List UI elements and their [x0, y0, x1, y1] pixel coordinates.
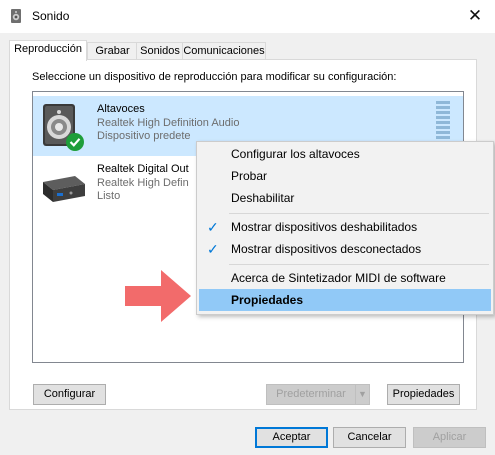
menu-separator — [229, 264, 489, 265]
apply-button[interactable]: Aplicar — [413, 427, 486, 448]
instruction-text: Seleccione un dispositivo de reproducció… — [32, 71, 397, 83]
volume-meter — [436, 101, 450, 143]
title-bar: Sonido ✕ — [0, 0, 495, 33]
menu-item-show-disabled[interactable]: ✓ Mostrar dispositivos deshabilitados — [199, 216, 491, 238]
configure-button[interactable]: Configurar — [33, 384, 106, 405]
menu-item-label: Mostrar dispositivos deshabilitados — [231, 220, 418, 234]
cancel-button[interactable]: Cancelar — [333, 427, 406, 448]
annotation-arrow-icon — [125, 270, 191, 322]
device-status: Listo — [97, 190, 121, 202]
tab-sonidos[interactable]: Sonidos — [136, 42, 184, 60]
device-driver: Realtek High Defin — [97, 177, 189, 189]
close-button[interactable]: ✕ — [461, 4, 489, 28]
menu-item-label: Propiedades — [231, 293, 304, 307]
default-check-icon — [66, 133, 84, 151]
checkmark-icon: ✓ — [207, 241, 219, 257]
menu-item-show-disconnected[interactable]: ✓ Mostrar dispositivos desconectados — [199, 238, 491, 260]
device-name: Altavoces — [97, 103, 145, 115]
close-icon: ✕ — [467, 6, 483, 25]
menu-item-disable[interactable]: Deshabilitar — [199, 187, 491, 209]
menu-separator — [229, 213, 489, 214]
set-default-dropdown[interactable]: ▼ — [355, 384, 370, 405]
tab-grabar[interactable]: Grabar — [87, 42, 138, 60]
menu-item-about-midi[interactable]: Acerca de Sintetizador MIDI de software — [199, 267, 491, 289]
menu-item-properties[interactable]: Propiedades — [199, 289, 491, 311]
ok-button[interactable]: Aceptar — [255, 427, 328, 448]
properties-button[interactable]: Propiedades — [387, 384, 460, 405]
speaker-settings-icon — [11, 9, 21, 23]
menu-item-configure-speakers[interactable]: Configurar los altavoces — [199, 143, 491, 165]
menu-item-label: Configurar los altavoces — [231, 147, 360, 161]
checkmark-icon: ✓ — [207, 219, 219, 235]
set-default-button[interactable]: Predeterminar — [266, 384, 356, 405]
digital-output-icon — [43, 176, 85, 202]
tab-reproduccion[interactable]: Reproducción — [9, 40, 87, 61]
tab-comunicaciones[interactable]: Comunicaciones — [182, 42, 266, 60]
speaker-icon — [43, 104, 84, 151]
menu-item-label: Acerca de Sintetizador MIDI de software — [231, 271, 446, 285]
menu-item-label: Mostrar dispositivos desconectados — [231, 242, 422, 256]
context-menu: Configurar los altavoces Probar Deshabil… — [196, 141, 494, 315]
menu-item-label: Probar — [231, 169, 268, 183]
device-driver: Realtek High Definition Audio — [97, 117, 240, 129]
chevron-down-icon: ▼ — [358, 389, 367, 399]
window-title: Sonido — [32, 9, 70, 23]
device-name: Realtek Digital Out — [97, 163, 189, 175]
menu-item-label: Deshabilitar — [231, 191, 295, 205]
device-status: Dispositivo predete — [97, 130, 191, 142]
menu-item-test[interactable]: Probar — [199, 165, 491, 187]
